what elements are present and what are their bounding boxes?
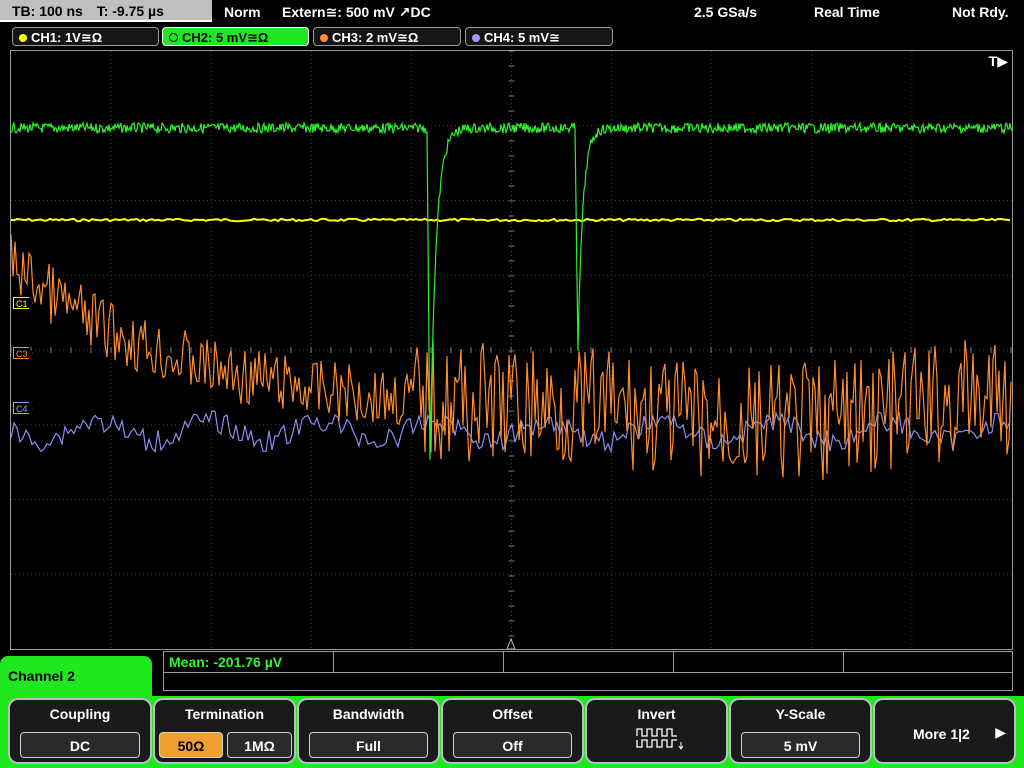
timebase-readout: TB: 100 ns xyxy=(12,3,83,19)
channel-3-label: CH3: 2 mV≅Ω xyxy=(332,30,419,45)
mean-measurement: Mean: -201.76 µV xyxy=(169,654,283,670)
termination-1mohm-option[interactable]: 1MΩ xyxy=(227,732,292,758)
channel-4-label: CH4: 5 mV≅ xyxy=(484,30,560,45)
termination-50ohm-option[interactable]: 50Ω xyxy=(159,732,223,758)
bandwidth-value[interactable]: Full xyxy=(309,732,428,758)
measurement-slot xyxy=(334,652,504,672)
termination-softkey[interactable]: Termination 50Ω 1MΩ xyxy=(153,698,296,764)
tab-channel-1[interactable]: CH1: 1V≅Ω xyxy=(12,27,159,46)
softkey-bar: Coupling DC Termination 50Ω 1MΩ Bandwidt… xyxy=(0,696,1024,768)
measurement-panel: Mean: -201.76 µV xyxy=(163,651,1013,691)
invert-title: Invert xyxy=(637,706,676,722)
bandwidth-softkey[interactable]: Bandwidth Full xyxy=(297,698,440,764)
channel-1-dot-icon xyxy=(19,34,27,42)
more-softkey[interactable]: More 1|2 ▶ xyxy=(873,698,1016,764)
trace-channel-1 xyxy=(11,217,1011,223)
measurement-slot xyxy=(504,652,674,672)
channel-4-ground-marker[interactable]: C4 xyxy=(13,402,33,414)
tab-channel-4[interactable]: CH4: 5 mV≅ xyxy=(465,27,613,46)
timebase-trigger-readout[interactable]: TB: 100 ns T: -9.75 µs xyxy=(0,0,212,22)
channel-3-ground-marker[interactable]: C3 xyxy=(13,347,33,359)
graticule xyxy=(11,51,1012,649)
measurement-slot xyxy=(674,652,844,672)
coupling-softkey[interactable]: Coupling DC xyxy=(8,698,152,764)
status-bar: TB: 100 ns T: -9.75 µs Norm Extern≅: 500… xyxy=(0,0,1024,24)
channel-1-label: CH1: 1V≅Ω xyxy=(31,30,103,45)
trigger-mode[interactable]: Norm xyxy=(224,0,261,24)
offset-title: Offset xyxy=(492,706,533,722)
channel-1-ground-marker[interactable]: C1 xyxy=(13,297,33,309)
trace-channel-4 xyxy=(11,410,1011,454)
coupling-title: Coupling xyxy=(49,706,111,722)
waveform-display[interactable]: T▶ C1 C3 C4 xyxy=(10,50,1013,650)
invert-waveform-icon xyxy=(636,728,684,750)
offset-value[interactable]: Off xyxy=(453,732,572,758)
yscale-value[interactable]: 5 mV xyxy=(741,732,860,758)
channel-2-dot-icon xyxy=(169,33,178,42)
tab-channel-3[interactable]: CH3: 2 mV≅Ω xyxy=(313,27,461,46)
termination-title: Termination xyxy=(184,706,265,722)
invert-softkey[interactable]: Invert xyxy=(585,698,728,764)
tab-channel-2[interactable]: CH2: 5 mV≅Ω xyxy=(162,27,309,46)
channel-2-label: CH2: 5 mV≅Ω xyxy=(182,30,269,45)
channel-3-dot-icon xyxy=(320,34,328,42)
coupling-value[interactable]: DC xyxy=(20,732,140,758)
acquisition-mode: Real Time xyxy=(814,4,880,20)
bandwidth-title: Bandwidth xyxy=(332,706,405,722)
offset-softkey[interactable]: Offset Off xyxy=(441,698,584,764)
trigger-state: Not Rdy. xyxy=(952,4,1009,20)
trigger-time-readout: T: -9.75 µs xyxy=(96,3,164,19)
sample-rate: 2.5 GSa/s xyxy=(694,4,758,20)
yscale-title: Y-Scale xyxy=(775,706,826,722)
trigger-marker-icon: T▶ xyxy=(988,53,1008,69)
next-page-icon: ▶ xyxy=(995,724,1006,740)
menu-title: Channel 2 xyxy=(0,656,152,701)
channel-4-dot-icon xyxy=(472,34,480,42)
more-label: More 1|2 xyxy=(913,726,970,742)
yscale-softkey[interactable]: Y-Scale 5 mV xyxy=(729,698,872,764)
trigger-source[interactable]: Extern≅: 500 mV ↗DC xyxy=(282,0,431,24)
